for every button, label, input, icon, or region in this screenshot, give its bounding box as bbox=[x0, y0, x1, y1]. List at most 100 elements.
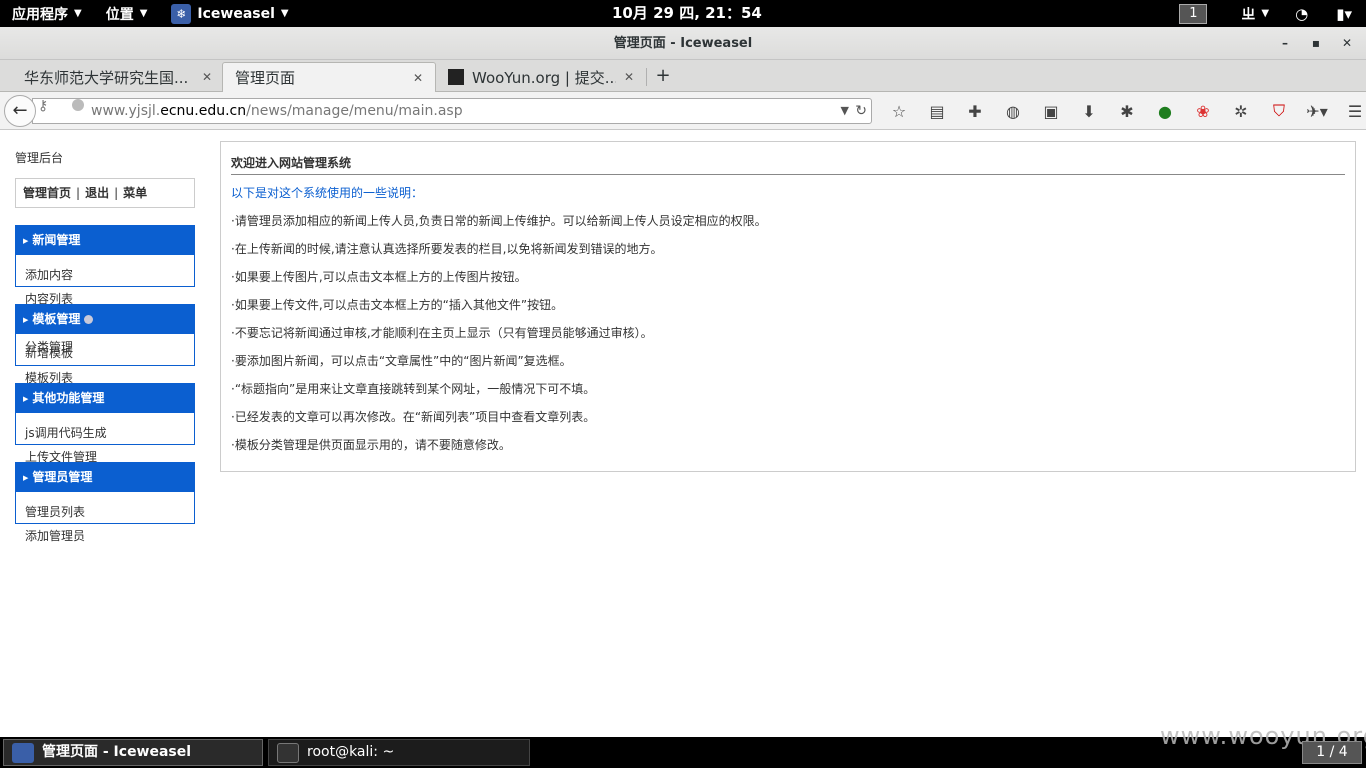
places-menu[interactable]: 位置 ▼ bbox=[94, 0, 160, 27]
taskbar-label: root@kali: ~ bbox=[307, 744, 395, 760]
terminal-icon bbox=[277, 742, 299, 763]
link-separator: | bbox=[76, 186, 81, 200]
triangle-right-icon: ▶ bbox=[23, 315, 29, 324]
gear-extension-icon[interactable]: ✲ bbox=[1222, 102, 1260, 121]
site-info-icon[interactable] bbox=[72, 99, 84, 111]
compass-icon[interactable]: ◍ bbox=[994, 102, 1032, 121]
section-header-label: 其他功能管理 bbox=[32, 391, 105, 405]
main-title: 欢迎进入网站管理系统 bbox=[231, 156, 352, 170]
sidebar-item-js-code[interactable]: js调用代码生成 bbox=[25, 424, 107, 441]
section-header-label: 新闻管理 bbox=[32, 233, 81, 247]
window-titlebar[interactable]: 管理页面 - Iceweasel – ▪ ✕ bbox=[0, 27, 1366, 60]
sidebar-item-add-admin[interactable]: 添加管理员 bbox=[25, 527, 85, 544]
addons-icon[interactable]: ✚ bbox=[956, 102, 994, 121]
window-title: 管理页面 - Iceweasel bbox=[613, 36, 753, 51]
active-app-menu[interactable]: ❄ Iceweasel ▼ bbox=[159, 0, 300, 27]
sidebar-title: 管理后台 bbox=[15, 151, 64, 165]
maximize-button[interactable]: ▪ bbox=[1305, 32, 1327, 54]
instruction-note: ·模板分类管理是供页面显示用的，请不要随意修改。 bbox=[231, 438, 511, 452]
section-header-news[interactable]: ▶ 新闻管理 bbox=[15, 225, 195, 255]
triangle-right-icon: ▶ bbox=[23, 236, 29, 245]
tab-wooyun[interactable]: WooYun.org | 提交... ✕ bbox=[436, 62, 646, 92]
url-prefix: www.yjsjl. bbox=[91, 103, 161, 119]
instruction-note: ·如果要上传文件,可以点击文本框上方的“插入其他文件”按钮。 bbox=[231, 298, 564, 312]
main-subtitle: 以下是对这个系统使用的一些说明： bbox=[231, 186, 424, 200]
title-divider bbox=[231, 174, 1345, 175]
page-content: 管理后台 管理首页 | 退出 | 菜单 ▶ 新闻管理 添加内容 内容列表 ▶ 模板管理 新增… bbox=[0, 131, 1366, 737]
reload-icon[interactable]: ↻ bbox=[855, 99, 867, 123]
sidebar-item-admin-list[interactable]: 管理员列表 bbox=[25, 503, 85, 520]
clock[interactable]: 10月 29 四, 21：54 bbox=[612, 0, 762, 27]
workspace-switcher[interactable]: 1 / 4 bbox=[1302, 741, 1362, 764]
wifi-icon[interactable]: ◔ bbox=[1295, 5, 1308, 23]
instruction-note: ·“标题指向”是用来让文章直接跳转到某个网址，一般情况下可不填。 bbox=[231, 382, 596, 396]
new-tab-button[interactable]: + bbox=[652, 62, 674, 90]
instruction-note: ·不要忘记将新闻通过审核,才能顺利在主页上显示（只有管理员能够通过审核）。 bbox=[231, 326, 653, 340]
tab-manage[interactable]: 管理页面 ✕ bbox=[222, 62, 436, 92]
triangle-right-icon: ▶ bbox=[23, 394, 29, 403]
places-label: 位置 bbox=[105, 6, 134, 23]
red-extension-icon[interactable]: ❀ bbox=[1184, 102, 1222, 121]
link-separator: | bbox=[114, 186, 119, 200]
instruction-note: ·已经发表的文章可以再次修改。在“新闻列表”项目中查看文章列表。 bbox=[231, 410, 596, 424]
download-icon[interactable]: ⬇ bbox=[1070, 102, 1108, 121]
tab-strip: 华东师范大学研究生国... ✕ 管理页面 ✕ WooYun.org | 提交..… bbox=[0, 60, 1366, 92]
reading-list-icon[interactable]: ▤ bbox=[918, 102, 956, 121]
tab-ecnu[interactable]: 华东师范大学研究生国... ✕ bbox=[12, 62, 224, 92]
wooyun-favicon-icon bbox=[448, 69, 464, 85]
section-header-label: 模板管理 bbox=[32, 312, 81, 326]
section-header-admins[interactable]: ▶ 管理员管理 bbox=[15, 462, 195, 492]
iceweasel-icon: ❄ bbox=[171, 3, 192, 24]
reader-icon[interactable]: ▣ bbox=[1032, 102, 1070, 121]
logout-link[interactable]: 退出 bbox=[85, 186, 109, 200]
toolbar-icons: ☆ ▤ ✚ ◍ ▣ ⬇ ✱ ● ❀ ✲ ⛉ ✈▾ ☰ bbox=[880, 92, 1366, 130]
back-button[interactable]: ← bbox=[4, 95, 36, 127]
url-history-dropdown-icon[interactable]: ▼ bbox=[841, 99, 849, 123]
sidebar-quick-links: 管理首页 | 退出 | 菜单 bbox=[15, 178, 195, 208]
main-panel: 欢迎进入网站管理系统 以下是对这个系统使用的一些说明： ·请管理员添加相应的新闻… bbox=[220, 141, 1356, 472]
section-header-other[interactable]: ▶ 其他功能管理 bbox=[15, 383, 195, 413]
applications-label: 应用程序 bbox=[12, 6, 68, 23]
bookmark-star-icon[interactable]: ☆ bbox=[880, 102, 918, 121]
close-window-button[interactable]: ✕ bbox=[1336, 32, 1358, 54]
cursor-icon bbox=[84, 315, 94, 324]
iceweasel-icon bbox=[12, 742, 34, 763]
minimize-button[interactable]: – bbox=[1274, 32, 1296, 54]
applications-menu[interactable]: 应用程序 ▼ bbox=[0, 0, 94, 27]
navigation-bar: www.yjsjl.ecnu.edu.cn/news/manage/menu/m… bbox=[0, 92, 1366, 130]
close-icon[interactable]: ✕ bbox=[624, 70, 634, 84]
taskbar-item-iceweasel[interactable]: 管理页面 - Iceweasel bbox=[3, 739, 263, 766]
close-icon[interactable]: ✕ bbox=[413, 71, 423, 85]
chevron-down-icon: ▼ bbox=[280, 8, 289, 19]
tab-separator bbox=[646, 68, 647, 86]
identity-key-icon[interactable]: ⚷ bbox=[38, 98, 48, 114]
tab-title: WooYun.org | 提交... bbox=[472, 68, 616, 87]
power-icon[interactable]: ▮▾ bbox=[1336, 5, 1352, 23]
section-header-templates[interactable]: ▶ 模板管理 bbox=[15, 304, 195, 334]
sidebar-item-add-content[interactable]: 添加内容 bbox=[25, 266, 73, 283]
input-method-label: ㄓ bbox=[1241, 6, 1256, 23]
sidebar-item-category-manage[interactable]: 分类管理 bbox=[25, 338, 73, 355]
instruction-note: ·在上传新闻的时候,请注意认真选择所要发表的栏目,以免将新闻发到错误的地方。 bbox=[231, 242, 663, 256]
top-panel: 应用程序 ▼ 位置 ▼ ❄ Iceweasel ▼ 10月 29 四, 21：5… bbox=[0, 0, 1366, 27]
triangle-right-icon: ▶ bbox=[23, 473, 29, 482]
chevron-down-icon: ▼ bbox=[1261, 8, 1270, 19]
menu-link[interactable]: 菜单 bbox=[123, 186, 147, 200]
workspace-indicator[interactable]: 1 bbox=[1179, 3, 1208, 24]
bug-icon[interactable]: ✈▾ bbox=[1298, 102, 1336, 121]
tab-title: 管理页面 bbox=[235, 69, 296, 87]
url-path: /news/manage/menu/main.asp bbox=[246, 103, 463, 119]
taskbar-label: 管理页面 - Iceweasel bbox=[42, 744, 192, 760]
shield-icon[interactable]: ⛉ bbox=[1260, 101, 1298, 121]
taskbar-item-terminal[interactable]: root@kali: ~ bbox=[268, 739, 530, 766]
instruction-note: ·要添加图片新闻，可以点击“文章属性”中的“图片新闻”复选框。 bbox=[231, 354, 572, 368]
settings-gear-icon[interactable]: ✱ bbox=[1108, 102, 1146, 121]
menu-icon[interactable]: ☰ bbox=[1336, 102, 1366, 121]
input-method-menu[interactable]: ㄓ ▼ bbox=[1229, 0, 1281, 27]
instruction-note: ·请管理员添加相应的新闻上传人员,负责日常的新闻上传维护。可以给新闻上传人员设定… bbox=[231, 214, 767, 228]
active-app-label: Iceweasel bbox=[197, 5, 275, 22]
home-link[interactable]: 管理首页 bbox=[23, 186, 71, 200]
green-extension-icon[interactable]: ● bbox=[1146, 102, 1184, 121]
close-icon[interactable]: ✕ bbox=[202, 70, 212, 84]
url-bar[interactable]: www.yjsjl.ecnu.edu.cn/news/manage/menu/m… bbox=[32, 98, 872, 124]
